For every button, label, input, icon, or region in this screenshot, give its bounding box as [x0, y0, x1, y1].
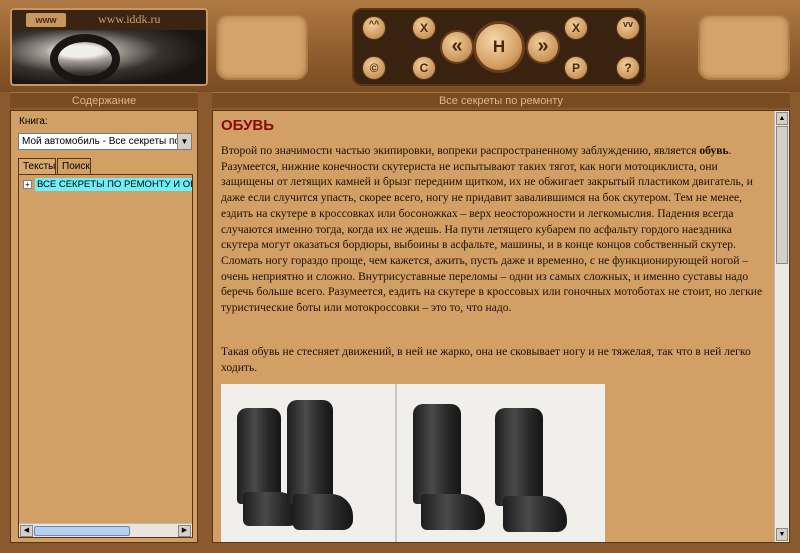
contents-tree: + ВСЕ СЕКРЕТЫ ПО РЕМОНТУ И ОБСЛ ◀ ▶ — [18, 174, 193, 538]
photo-divider — [395, 384, 397, 542]
contents-panel: Книга: Мой автомобиль - Все секреты по р… — [10, 110, 198, 543]
boot-shaft — [287, 400, 333, 504]
expand-plus-icon[interactable]: + — [23, 180, 32, 189]
book-select-value: Мой автомобиль - Все секреты по ре — [22, 136, 192, 147]
header-right-panel — [698, 14, 790, 80]
home-button[interactable]: H — [473, 21, 525, 73]
document-titlebar: Все секреты по ремонту — [212, 92, 790, 108]
contents-button[interactable]: C — [412, 56, 436, 80]
boot-shaft — [237, 408, 281, 504]
paragraph-text: . Разумеется, нижние конечности скутерис… — [221, 144, 763, 315]
article-paragraph-2: Такая обувь не стесняет движений, в ней … — [221, 345, 751, 374]
logo-www-badge: www — [26, 13, 66, 27]
document-view: ОБУВЬ Второй по значимости частью экипир… — [212, 110, 790, 543]
chevron-down-icon[interactable]: ▼ — [177, 134, 191, 149]
forward-button[interactable]: » — [526, 30, 560, 64]
navigation-cluster: ^^ © X C « H » X P vv ? — [352, 8, 646, 86]
print-button[interactable]: P — [564, 56, 588, 80]
article-title: ОБУВЬ — [221, 117, 275, 134]
boot-foot — [503, 496, 567, 532]
contents-titlebar: Содержание — [10, 92, 198, 108]
book-select[interactable]: Мой автомобиль - Все секреты по ре ▼ — [18, 133, 192, 150]
boots-photo — [221, 384, 605, 542]
boot-shaft — [413, 404, 461, 504]
scroll-left-icon[interactable]: ◀ — [20, 525, 33, 537]
back-button[interactable]: « — [440, 30, 474, 64]
scrollbar-thumb[interactable] — [776, 126, 788, 264]
article-paragraph-1: Второй по значимости частью экипировки, … — [221, 143, 769, 316]
scroll-up-arrow-icon[interactable]: ▲ — [776, 112, 788, 125]
boot-foot — [421, 494, 485, 530]
close-right-button[interactable]: X — [564, 16, 588, 40]
header-bar: www www.iddk.ru ^^ © X C « H » X P vv ? — [0, 0, 800, 92]
scroll-down-button[interactable]: vv — [616, 16, 640, 40]
logo-topbar: www www.iddk.ru — [12, 10, 206, 30]
book-label: Книга: — [19, 116, 48, 127]
horizontal-scrollbar[interactable]: ◀ ▶ — [19, 523, 192, 537]
scrollbar-thumb[interactable] — [34, 526, 130, 536]
site-logo[interactable]: www www.iddk.ru — [10, 8, 208, 86]
tab-texts[interactable]: Тексты — [18, 158, 56, 175]
vertical-scrollbar[interactable]: ▲ ▼ — [774, 111, 789, 542]
scroll-right-icon[interactable]: ▶ — [178, 525, 191, 537]
scroll-down-arrow-icon[interactable]: ▼ — [776, 528, 788, 541]
bold-term: обувь — [699, 144, 729, 157]
help-button[interactable]: ? — [616, 56, 640, 80]
boot-shaft — [495, 408, 543, 506]
scroll-up-button[interactable]: ^^ — [362, 16, 386, 40]
boot-foot — [293, 494, 353, 530]
close-left-button[interactable]: X — [412, 16, 436, 40]
paragraph-text: Второй по значимости частью экипировки, … — [221, 144, 700, 157]
steering-wheel-graphic — [50, 34, 120, 84]
logo-url-text: www.iddk.ru — [98, 12, 161, 26]
tree-item-all-secrets[interactable]: ВСЕ СЕКРЕТЫ ПО РЕМОНТУ И ОБСЛ — [35, 178, 192, 191]
tab-search[interactable]: Поиск — [57, 158, 91, 175]
copyright-button[interactable]: © — [362, 56, 386, 80]
header-left-panel — [216, 14, 308, 80]
